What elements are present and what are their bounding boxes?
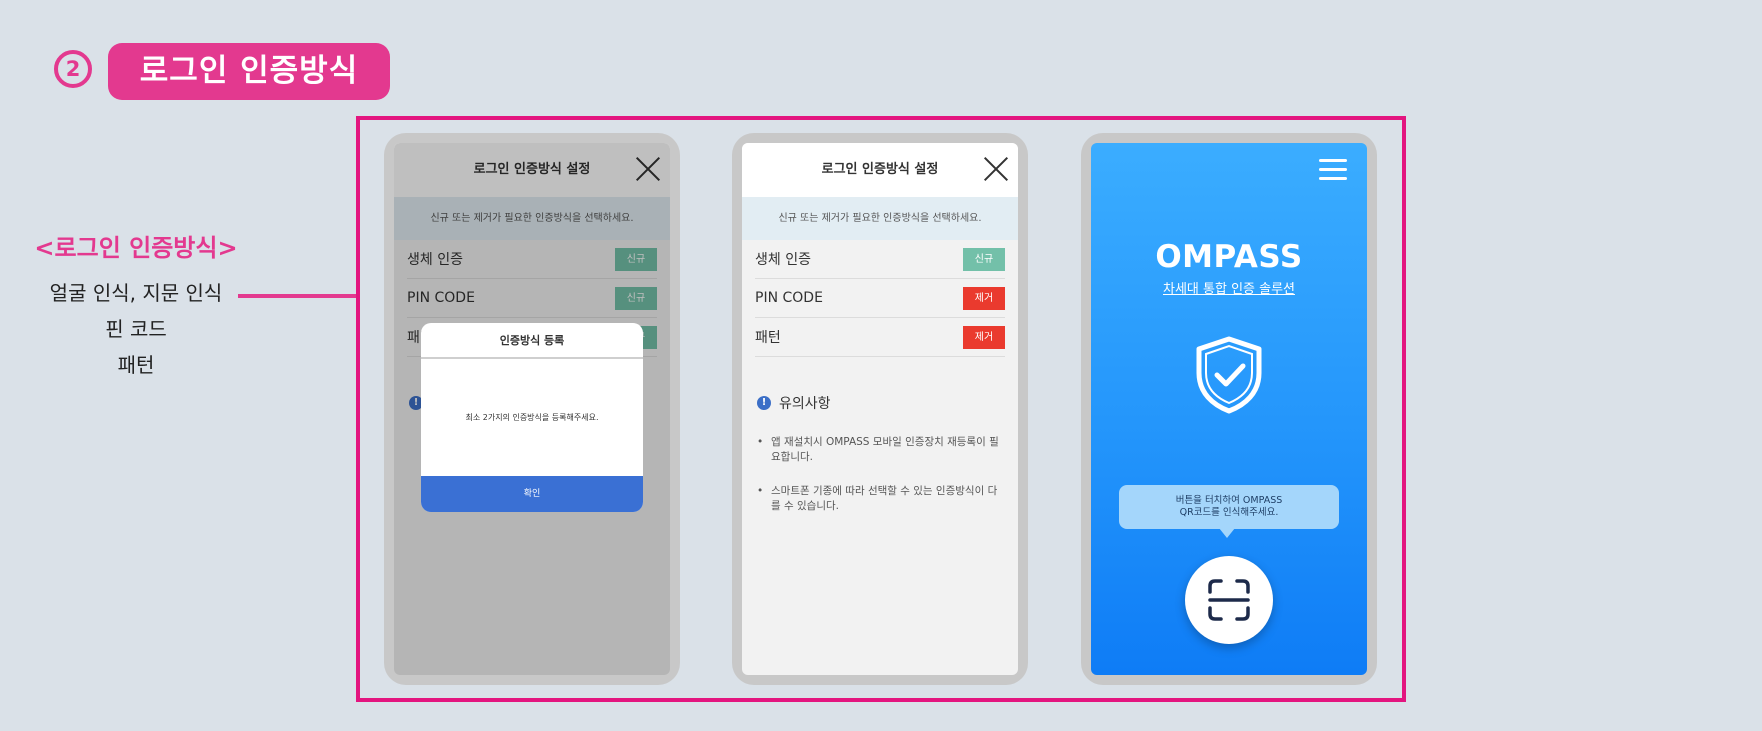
note-item: 스마트폰 기종에 따라 선택할 수 있는 인증방식이 다를 수 있습니다. [757, 484, 1003, 514]
phone-screen: 로그인 인증방식 설정 신규 또는 제거가 필요한 인증방식을 선택하세요. 생… [394, 143, 670, 675]
shield-check-icon [1196, 336, 1262, 414]
qr-scan-icon [1208, 579, 1250, 621]
phone-mockup-registration-dialog: 로그인 인증방식 설정 신규 또는 제거가 필요한 인증방식을 선택하세요. 생… [384, 133, 680, 685]
dialog-message: 최소 2가지의 인증방식을 등록해주세요. [465, 413, 599, 422]
bubble-line: 버튼을 터치하여 OMPASS [1175, 495, 1283, 506]
step-number-badge: 2 [54, 50, 92, 88]
dialog-title: 인증방식 등록 [421, 323, 643, 359]
method-row-pin: PIN CODE 제거 [755, 279, 1005, 318]
legend: <로그인 인증방식> 얼굴 인식, 지문 인식 핀 코드 패턴 [20, 228, 252, 383]
note-item: 앱 재설치시 OMPASS 모바일 인증장치 재등록이 필요합니다. [757, 435, 1003, 465]
registration-dialog: 인증방식 등록 최소 2가지의 인증방식을 등록해주세요. 확인 [421, 323, 643, 512]
legend-connector-line [238, 294, 358, 298]
info-bar: 신규 또는 제거가 필요한 인증방식을 선택하세요. [742, 197, 1018, 240]
method-list: 생체 인증 신규 PIN CODE 제거 패턴 제거 [742, 240, 1018, 357]
close-icon[interactable] [980, 153, 1012, 185]
exclamation-icon: ! [757, 396, 771, 410]
method-row-biometric: 생체 인증 신규 [755, 240, 1005, 279]
notes-title: ! 유의사항 [757, 393, 1003, 413]
section-title: 로그인 인증방식 [108, 43, 390, 100]
bubble-line: QR코드를 인식해주세요. [1179, 507, 1279, 518]
method-label: 패턴 [755, 330, 781, 346]
notes-title-label: 유의사항 [779, 396, 831, 412]
phone-mockup-main: OMPASS 차세대 통합 인증 솔루션 버튼을 터치하여 OMPASS QR코… [1081, 133, 1377, 685]
legend-line-pattern: 패턴 [117, 353, 155, 377]
brand-name: OMPASS [1155, 239, 1303, 275]
remove-button[interactable]: 제거 [963, 286, 1005, 310]
phone-mockup-settings: 로그인 인증방식 설정 신규 또는 제거가 필요한 인증방식을 선택하세요. 생… [732, 133, 1028, 685]
method-label: PIN CODE [755, 290, 823, 306]
hamburger-menu-icon[interactable] [1319, 159, 1347, 181]
notes-section: ! 유의사항 앱 재설치시 OMPASS 모바일 인증장치 재등록이 필요합니다… [742, 357, 1018, 514]
brand-tagline[interactable]: 차세대 통합 인증 솔루션 [1091, 278, 1367, 297]
phone-screen: 로그인 인증방식 설정 신규 또는 제거가 필요한 인증방식을 선택하세요. 생… [742, 143, 1018, 675]
instruction-bubble: 버튼을 터치하여 OMPASS QR코드를 인식해주세요. [1119, 485, 1339, 538]
legend-line-pin: 핀 코드 [105, 317, 167, 341]
phone-screen: OMPASS 차세대 통합 인증 솔루션 버튼을 터치하여 OMPASS QR코… [1091, 143, 1367, 675]
confirm-button[interactable]: 확인 [421, 476, 643, 512]
legend-title: <로그인 인증방식> [34, 234, 238, 262]
screen-title: 로그인 인증방식 설정 [821, 162, 939, 177]
remove-button[interactable]: 제거 [963, 325, 1005, 349]
method-row-pattern: 패턴 제거 [755, 318, 1005, 357]
new-button[interactable]: 신규 [963, 247, 1005, 271]
method-label: 생체 인증 [755, 252, 811, 268]
legend-line-biometric: 얼굴 인식, 지문 인식 [49, 281, 223, 305]
screen-header: 로그인 인증방식 설정 [742, 143, 1018, 197]
qr-scan-button[interactable] [1185, 556, 1273, 644]
